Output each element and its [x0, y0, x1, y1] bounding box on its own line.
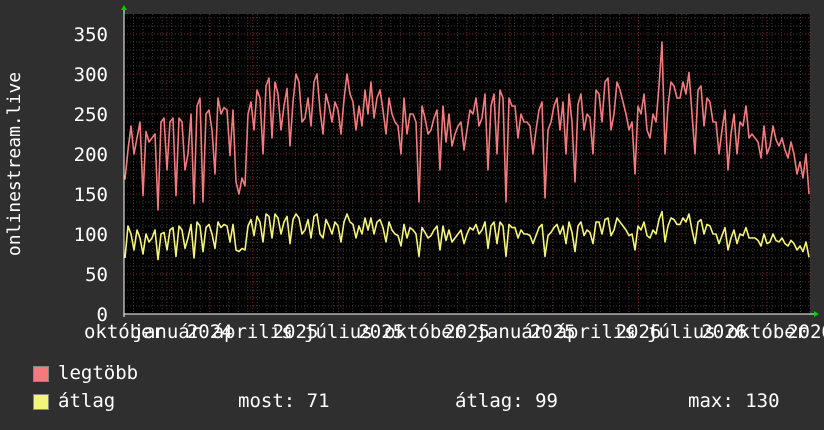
legend-label-max: legtöbb	[58, 362, 139, 384]
y-tick-label: 200	[74, 144, 108, 166]
y-axis-label: onlinestream.live	[4, 72, 25, 256]
legend-swatch-max	[33, 366, 49, 382]
x-tick-labels: októberjanuár2024április2025július2025ok…	[84, 321, 824, 343]
stat-current: most: 71	[238, 390, 330, 412]
y-tick-label: 350	[74, 24, 108, 46]
x-tick-label: 2026	[787, 321, 824, 343]
y-tick-label: 150	[74, 184, 108, 206]
y-tick-labels: 050100150200250300350	[74, 24, 108, 326]
stat-maximum: max: 130	[688, 390, 780, 412]
y-tick-label: 250	[74, 104, 108, 126]
legend-label-avg: átlag	[58, 390, 116, 412]
y-tick-label: 50	[85, 264, 108, 286]
y-tick-label: 300	[74, 64, 108, 86]
y-tick-label: 100	[74, 224, 108, 246]
x-axis-arrow	[814, 311, 819, 317]
y-axis-arrow	[121, 5, 127, 10]
stat-average: átlag: 99	[455, 390, 558, 412]
chart-svg: 050100150200250300350 októberjanuár2024á…	[4, 5, 824, 343]
chart-root: 0 50 100 150 200 250 300 350 október január 2024 á…	[0, 0, 824, 430]
legend-swatch-avg	[33, 394, 49, 410]
